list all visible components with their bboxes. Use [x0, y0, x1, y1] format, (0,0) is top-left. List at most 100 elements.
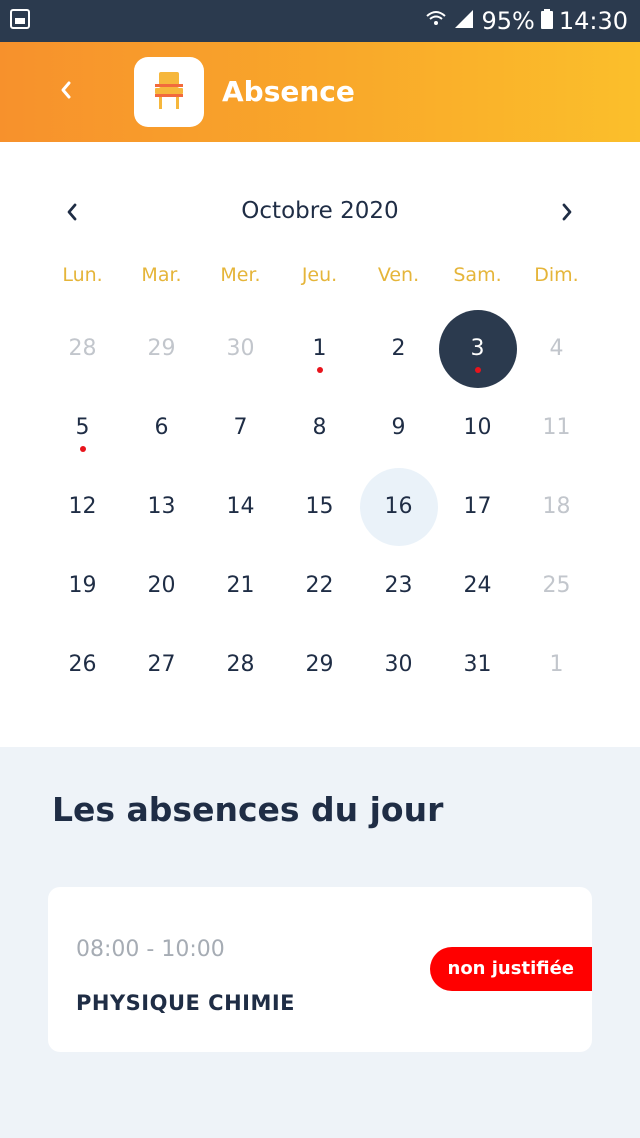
- gallery-notification-icon: [10, 7, 30, 35]
- day-number: 24: [463, 573, 492, 598]
- day-number: 25: [542, 573, 571, 598]
- day-number: 5: [75, 415, 90, 440]
- calendar-day[interactable]: 17: [438, 467, 517, 546]
- calendar-day-today[interactable]: 16: [359, 467, 438, 546]
- calendar-day[interactable]: 4: [517, 309, 596, 388]
- month-navigation: Octobre 2020: [0, 194, 640, 234]
- calendar-day[interactable]: 12: [43, 467, 122, 546]
- calendar-day[interactable]: 2: [359, 309, 438, 388]
- status-bar: 95% 14:30: [0, 0, 640, 42]
- day-number: 28: [226, 652, 255, 677]
- day-number: 23: [384, 573, 413, 598]
- chevron-right-icon: [560, 201, 574, 227]
- day-number: 1: [312, 336, 327, 361]
- day-number: 1: [549, 652, 564, 677]
- calendar-day[interactable]: 21: [201, 546, 280, 625]
- weekday-label: Mar.: [141, 264, 182, 286]
- calendar-day[interactable]: 14: [201, 467, 280, 546]
- calendar-day[interactable]: 5: [43, 388, 122, 467]
- calendar-day[interactable]: 27: [122, 625, 201, 704]
- signal-icon: [453, 7, 475, 35]
- day-grid: 28 29 30 1 2 3 4 5 6 7 8 9 10 11 12 13 14 15 16 17 18 19 20 21 2…: [43, 309, 597, 704]
- calendar-day[interactable]: 25: [517, 546, 596, 625]
- calendar-day[interactable]: 1: [517, 625, 596, 704]
- absence-dot-indicator: [316, 367, 323, 373]
- calendar-day[interactable]: 26: [43, 625, 122, 704]
- calendar-day[interactable]: 13: [122, 467, 201, 546]
- day-number: 30: [384, 652, 413, 677]
- calendar-day[interactable]: 9: [359, 388, 438, 467]
- day-number: 17: [463, 494, 492, 519]
- day-number: 29: [147, 336, 176, 361]
- day-number: 11: [542, 415, 571, 440]
- wifi-icon: [425, 7, 447, 35]
- weekday-label: Lun.: [62, 264, 103, 286]
- calendar-day[interactable]: 29: [280, 625, 359, 704]
- app-bar: Absence: [0, 42, 640, 142]
- next-month-button[interactable]: [547, 194, 587, 234]
- status-badge: non justifiée: [429, 947, 592, 991]
- day-number: 9: [391, 415, 406, 440]
- day-number: 13: [147, 494, 176, 519]
- calendar-day[interactable]: 15: [280, 467, 359, 546]
- day-number: 3: [470, 336, 485, 361]
- day-number: 29: [305, 652, 334, 677]
- absence-card[interactable]: 08:00 - 10:00 PHYSIQUE CHIMIE non justif…: [48, 887, 592, 1052]
- weekday-label: Jeu.: [301, 264, 338, 286]
- day-number: 21: [226, 573, 255, 598]
- calendar-day[interactable]: 6: [122, 388, 201, 467]
- calendar-day[interactable]: 24: [438, 546, 517, 625]
- calendar-day[interactable]: 30: [359, 625, 438, 704]
- calendar-day[interactable]: 11: [517, 388, 596, 467]
- day-number: 26: [68, 652, 97, 677]
- calendar-day[interactable]: 31: [438, 625, 517, 704]
- day-number: 16: [384, 494, 413, 519]
- back-button[interactable]: [46, 72, 86, 112]
- weekday-label: Sam.: [453, 264, 502, 286]
- weekday-label: Ven.: [377, 264, 420, 286]
- calendar-day[interactable]: 28: [43, 309, 122, 388]
- battery-percent: 95%: [481, 7, 535, 35]
- clock: 14:30: [558, 7, 628, 35]
- calendar-day[interactable]: 19: [43, 546, 122, 625]
- calendar-day[interactable]: 23: [359, 546, 438, 625]
- day-number: 20: [147, 573, 176, 598]
- absence-time: 08:00 - 10:00: [76, 937, 225, 962]
- day-number: 22: [305, 573, 334, 598]
- calendar-day[interactable]: 22: [280, 546, 359, 625]
- app-logo: [134, 57, 204, 127]
- weekday-label: Dim.: [534, 264, 579, 286]
- day-number: 15: [305, 494, 334, 519]
- calendar-day[interactable]: 28: [201, 625, 280, 704]
- month-label: Octobre 2020: [241, 198, 399, 224]
- day-number: 18: [542, 494, 571, 519]
- page-title: Absence: [222, 75, 355, 108]
- chevron-left-icon: [58, 78, 74, 106]
- calendar-day[interactable]: 18: [517, 467, 596, 546]
- calendar-day[interactable]: 8: [280, 388, 359, 467]
- day-number: 28: [68, 336, 97, 361]
- day-number: 4: [549, 336, 564, 361]
- day-number: 8: [312, 415, 327, 440]
- weekday-header: Lun. Mar. Mer. Jeu. Ven. Sam. Dim.: [43, 264, 597, 286]
- absence-subject: PHYSIQUE CHIMIE: [76, 991, 296, 1015]
- calendar-day[interactable]: 1: [280, 309, 359, 388]
- day-number: 2: [391, 336, 406, 361]
- battery-icon: [540, 7, 553, 35]
- calendar-day-selected[interactable]: 3: [438, 309, 517, 388]
- chair-icon: [151, 70, 187, 114]
- day-number: 31: [463, 652, 492, 677]
- section-title: Les absences du jour: [52, 790, 444, 829]
- calendar-day[interactable]: 29: [122, 309, 201, 388]
- day-number: 7: [233, 415, 248, 440]
- day-number: 6: [154, 415, 169, 440]
- calendar-day[interactable]: 30: [201, 309, 280, 388]
- calendar-day[interactable]: 7: [201, 388, 280, 467]
- calendar-day[interactable]: 20: [122, 546, 201, 625]
- weekday-label: Mer.: [220, 264, 261, 286]
- day-number: 30: [226, 336, 255, 361]
- absence-dot-indicator: [474, 367, 481, 373]
- absence-dot-indicator: [79, 446, 86, 452]
- calendar-day[interactable]: 10: [438, 388, 517, 467]
- day-number: 14: [226, 494, 255, 519]
